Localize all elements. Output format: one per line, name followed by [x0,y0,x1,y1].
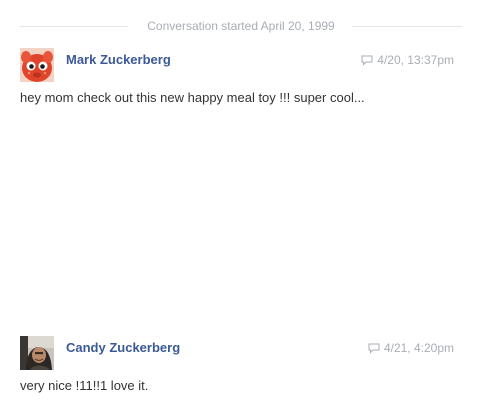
sender-name-link[interactable]: Mark Zuckerberg [66,52,171,68]
chat-bubble-icon [368,343,380,354]
red-cartoon-toy-avatar-icon [20,48,54,82]
person-photo-avatar-icon [20,336,54,370]
avatar[interactable] [20,336,54,370]
conversation-start-divider: Conversation started April 20, 1999 [20,18,462,34]
divider-line-right [352,26,462,27]
chat-bubble-icon [361,55,373,66]
avatar[interactable] [20,48,54,82]
message-timestamp: 4/21, 4:20pm [368,340,454,356]
timestamp-text: 4/20, 13:37pm [377,53,454,67]
sender-name-link[interactable]: Candy Zuckerberg [66,340,180,356]
message-timestamp: 4/20, 13:37pm [361,52,454,68]
timestamp-text: 4/21, 4:20pm [383,341,454,355]
message-body: very nice !11!!1 love it. [20,378,149,393]
message-body: hey mom check out this new happy meal to… [20,90,365,105]
